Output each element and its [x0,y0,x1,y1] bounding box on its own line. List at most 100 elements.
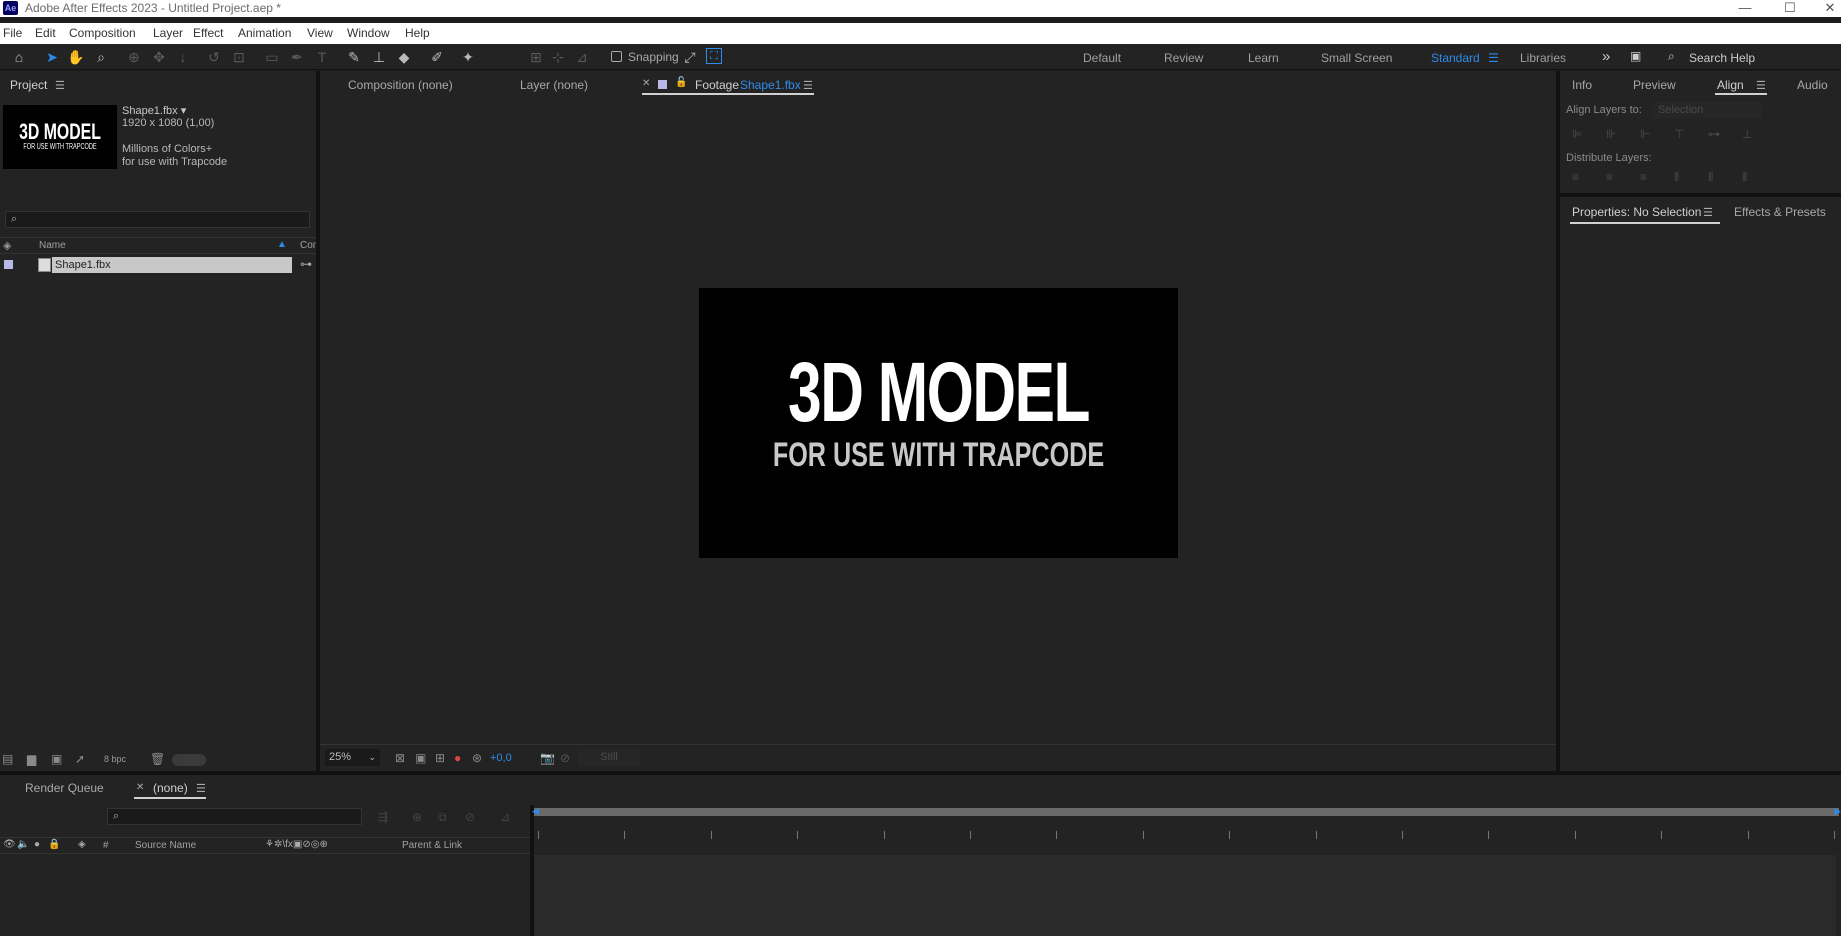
frame-blending-icon[interactable]: ⊘ [465,810,475,824]
align-left-icon[interactable]: ⊫ [1572,127,1582,141]
rectangle-tool-icon[interactable]: ▭ [263,48,281,66]
menu-composition[interactable]: Composition [69,26,136,40]
pen-tool-icon[interactable]: ✒ [288,48,306,66]
channels-icon[interactable]: ● [454,751,461,765]
interpret-footage-icon[interactable]: ▤ [2,752,13,766]
tab-footage[interactable]: Footage [695,78,739,92]
search-icon[interactable]: ⌕ [1668,49,1675,64]
work-area-end-icon[interactable]: ▶ [1834,807,1841,816]
audio-icon[interactable]: 🔈 [17,839,29,850]
tab-effects-presets[interactable]: Effects & Presets [1734,205,1826,219]
distribute-left-icon[interactable]: ⦀ [1674,170,1679,184]
column-source-name[interactable]: Source Name [135,840,196,851]
tab-align[interactable]: Align [1717,78,1744,92]
type-tool-icon[interactable]: T [313,48,331,66]
column-name[interactable]: Name [39,240,66,251]
puppet-pin-tool-icon[interactable]: ✦ [459,48,477,66]
anchor-tool-icon[interactable]: ⊡ [230,48,248,66]
project-search-input[interactable]: ⌕ [5,211,310,228]
rotation-tool-icon[interactable]: ↺ [205,48,223,66]
color-management-icon[interactable]: ⊛ [472,751,482,765]
work-area-start-icon[interactable]: ◀ [532,807,539,816]
label-column-icon[interactable]: ◈ [3,239,11,252]
lock-icon[interactable]: 🔓 [675,77,687,88]
item-name[interactable]: Shape1.fbx ▾ [122,104,186,117]
menu-file[interactable]: File [3,26,22,40]
tab-layer[interactable]: Layer (none) [520,78,588,92]
menu-view[interactable]: View [307,26,333,40]
align-top-icon[interactable]: ⊤ [1674,127,1684,141]
minimize-button[interactable]: — [1725,0,1765,17]
work-area-bar[interactable]: ◀ ▶ [532,807,1841,816]
eraser-tool-icon[interactable]: ◆ [395,48,413,66]
solo-icon[interactable]: ● [34,839,40,850]
graph-editor-icon[interactable]: ⊿ [500,810,510,824]
workspace-learn[interactable]: Learn [1248,51,1279,65]
menu-edit[interactable]: Edit [35,26,56,40]
home-icon[interactable]: ⌂ [10,48,28,66]
timeline-panel-menu-icon[interactable]: ☰ [196,782,206,795]
close-tab-icon[interactable]: ✕ [642,78,650,89]
brush-tool-icon[interactable]: ✎ [345,48,363,66]
new-folder-icon[interactable]: ▆ [27,752,36,766]
tab-preview[interactable]: Preview [1633,78,1676,92]
menu-window[interactable]: Window [347,26,390,40]
roto-brush-tool-icon[interactable]: ✐ [428,48,446,66]
zoom-tool-icon[interactable]: ⌕ [92,48,110,66]
exposure-value[interactable]: +0,0 [490,751,512,765]
orbit-tool-icon[interactable]: ⊕ [125,48,143,66]
menu-animation[interactable]: Animation [238,26,291,40]
project-panel-menu-icon[interactable]: ☰ [55,79,65,92]
align-right-icon[interactable]: ⊩ [1640,127,1650,141]
distribute-bottom-icon[interactable]: ≡ [1640,170,1647,184]
tab-project[interactable]: Project [10,78,47,92]
maximize-button[interactable]: ☐ [1770,0,1810,17]
workspace-review[interactable]: Review [1164,51,1203,65]
snapshot-icon[interactable]: 📷 [540,751,555,765]
video-visibility-icon[interactable]: 👁 [3,839,16,850]
search-help-field[interactable]: Search Help [1689,51,1755,65]
dolly-tool-icon[interactable]: ↓ [174,48,192,66]
tab-render-queue[interactable]: Render Queue [25,781,104,795]
zoom-dropdown[interactable]: 25% ⌄ [325,749,380,766]
draft-3d-icon[interactable]: ⊕ [412,810,422,824]
lock-icon[interactable]: 🔒 [48,839,60,850]
workspace-libraries[interactable]: Libraries [1520,51,1566,65]
tab-timeline-none[interactable]: (none) [153,781,188,795]
delete-icon[interactable]: 🗑 [150,752,165,766]
view-axis-icon[interactable]: ⊿ [573,48,591,66]
sort-ascending-icon[interactable]: ▲ [277,239,287,250]
close-button[interactable]: ✕ [1810,0,1841,17]
label-color-swatch[interactable] [4,260,13,269]
tab-composition[interactable]: Composition (none) [348,78,453,92]
menu-help[interactable]: Help [405,26,430,40]
distribute-horizontal-center-icon[interactable]: ⦀ [1708,170,1713,184]
workspace-small-screen[interactable]: Small Screen [1321,51,1392,65]
distribute-right-icon[interactable]: ⦀ [1742,170,1747,184]
menu-layer[interactable]: Layer [153,26,183,40]
label-column-icon[interactable]: ◈ [78,839,86,850]
snap-feature-icon[interactable]: ⛶ [706,48,722,64]
selection-tool-icon[interactable]: ➤ [43,48,61,66]
hand-tool-icon[interactable]: ✋ [67,48,85,66]
properties-panel-menu-icon[interactable]: ☰ [1703,206,1713,219]
still-button[interactable]: Still [578,749,640,766]
align-horizontal-center-icon[interactable]: ⊪ [1606,127,1616,141]
distribute-top-icon[interactable]: ≡ [1572,170,1579,184]
tab-info[interactable]: Info [1572,78,1592,92]
show-snapshot-icon[interactable]: ⊘ [560,751,570,765]
close-tab-icon[interactable]: ✕ [136,782,144,793]
fit-icon[interactable]: ⊠ [395,751,405,765]
workspace-default[interactable]: Default [1083,51,1121,65]
clone-stamp-tool-icon[interactable]: ⊥ [370,48,388,66]
snap-options-icon[interactable]: ⤢ [681,48,699,66]
more-workspaces-icon[interactable]: » [1602,48,1610,65]
world-axis-icon[interactable]: ⊹ [549,48,567,66]
workspace-menu-icon[interactable]: ☰ [1488,51,1499,65]
project-item-name[interactable]: Shape1.fbx [52,257,292,273]
local-axis-icon[interactable]: ⊞ [527,48,545,66]
pan-tool-icon[interactable]: ✥ [150,48,168,66]
project-row[interactable]: Shape1.fbx ⊶ [0,256,316,274]
menu-effect[interactable]: Effect [193,26,223,40]
comp-mini-flowchart-icon[interactable]: ⇶ [378,810,388,824]
